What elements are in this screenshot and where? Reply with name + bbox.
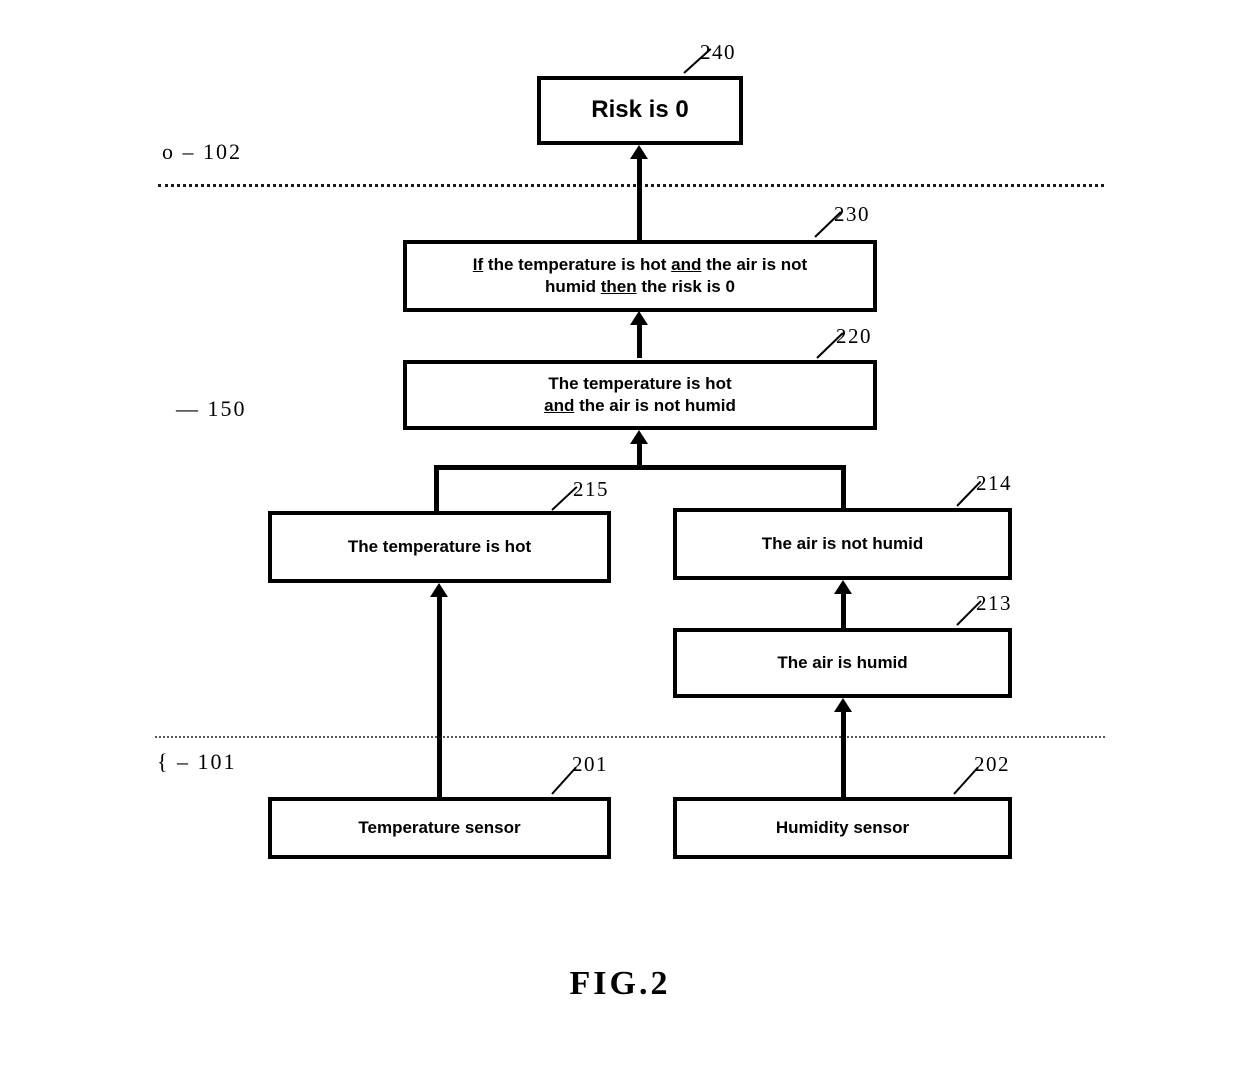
box-air-is-not-humid[interactable]: The air is not humid [673, 508, 1012, 580]
connector-bracket-stub-left [434, 465, 439, 513]
box-risk-output-label: Risk is 0 [591, 96, 689, 124]
connector-humidity-sensor-to-humid-arrowhead [834, 698, 852, 712]
connector-conjunction-to-rule-arrowhead [630, 311, 648, 325]
ref-numeral-202: 202 [974, 752, 1010, 776]
box-rule-if-keyword: If [472, 255, 484, 275]
layer-label-101: { – 101 [157, 749, 237, 774]
box-rule-then-keyword: then [600, 277, 637, 296]
layer-separator-lower [155, 736, 1105, 738]
ref-numeral-201: 201 [572, 752, 608, 776]
patent-figure: o – 102 — 150 { – 101 Risk is 0 240 If t… [0, 0, 1240, 1084]
box-air-is-humid-label: The air is humid [777, 653, 908, 673]
box-temperature-is-hot-label: The temperature is hot [347, 537, 532, 557]
box-rule-and-keyword: and [671, 255, 702, 275]
box-temperature-sensor-label: Temperature sensor [358, 818, 521, 838]
ref-numeral-215: 215 [573, 477, 609, 501]
connector-humidity-sensor-to-humid-shaft [841, 711, 846, 800]
ref-numeral-214: 214 [976, 471, 1012, 495]
box-air-is-not-humid-label: The air is not humid [761, 534, 924, 554]
box-rule-line1-end: the air is not [701, 255, 808, 275]
box-rule-line2-end: the risk is 0 [636, 277, 735, 296]
connector-bracket-bar [434, 465, 846, 470]
box-risk-output[interactable]: Risk is 0 [537, 76, 743, 145]
connector-conjunction-to-rule-shaft [637, 324, 642, 358]
box-temperature-is-hot[interactable]: The temperature is hot [268, 511, 611, 583]
box-conjunction-line2-end: the air is not humid [574, 396, 736, 415]
box-conjunction-line1: The temperature is hot [548, 374, 732, 394]
box-air-is-humid[interactable]: The air is humid [673, 628, 1012, 698]
ref-numeral-220: 220 [836, 324, 872, 348]
layer-label-102: o – 102 [162, 139, 242, 164]
connector-temperature-sensor-to-hot-arrowhead [430, 583, 448, 597]
box-temperature-sensor[interactable]: Temperature sensor [268, 797, 611, 859]
box-rule-line1-mid: the temperature is hot [483, 255, 672, 275]
box-humidity-sensor[interactable]: Humidity sensor [673, 797, 1012, 859]
box-rule-line2-start: humid [545, 277, 601, 296]
box-rule[interactable]: If the temperature is hot and the air is… [403, 240, 877, 312]
layer-separator-upper [158, 184, 1104, 187]
box-rule-label: If the temperature is hot and the air is… [463, 254, 817, 298]
ref-numeral-213: 213 [976, 591, 1012, 615]
box-conjunction[interactable]: The temperature is hot and the air is no… [403, 360, 877, 430]
connector-rule-to-risk-shaft [637, 158, 642, 244]
connector-temperature-sensor-to-hot-shaft [437, 596, 442, 800]
box-conjunction-label: The temperature is hot and the air is no… [534, 373, 746, 417]
connector-bracket-stub-right [841, 465, 846, 510]
connector-humid-to-not-humid-arrowhead [834, 580, 852, 594]
box-conjunction-and-keyword: and [544, 396, 575, 415]
ref-numeral-230: 230 [834, 202, 870, 226]
connector-humid-to-not-humid-shaft [841, 593, 846, 628]
box-humidity-sensor-label: Humidity sensor [775, 818, 910, 838]
figure-caption: FIG.2 [569, 965, 671, 1002]
connector-rule-to-risk-arrowhead [630, 145, 648, 159]
connector-bracket-to-conjunction-arrowhead [630, 430, 648, 444]
layer-label-150: — 150 [176, 396, 247, 421]
ref-numeral-240: 240 [700, 40, 736, 64]
